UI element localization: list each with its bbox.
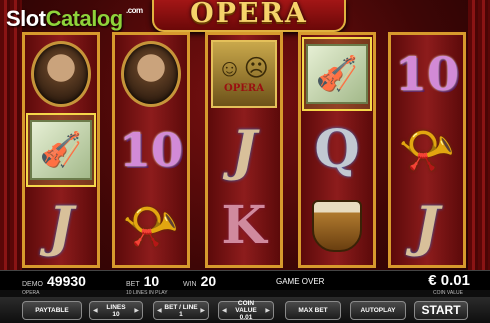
bet-per-line-stepper[interactable]: ◀ BET / LINE 1 ▶ (153, 301, 209, 320)
win-value: 20 (200, 273, 217, 289)
symbol-horn: 📯 (116, 189, 186, 263)
symbol-10: 10 (116, 113, 186, 187)
max-bet-label: MAX BET (298, 307, 328, 314)
letter-j: J (414, 194, 440, 258)
french-horn-icon: 📯 (122, 199, 180, 252)
start-button[interactable]: START (414, 301, 468, 320)
lines-decrease-icon[interactable]: ◀ (93, 307, 98, 314)
lines-increase-icon[interactable]: ▶ (134, 307, 139, 314)
demo-label: DEMO (22, 281, 43, 288)
symbol-violin-winning: 🎻 (26, 113, 96, 187)
lines-stepper[interactable]: ◀ LINES 10 ▶ (89, 301, 143, 320)
bet-display: BET 10 (126, 273, 159, 291)
composer-portrait-icon (121, 41, 181, 107)
letter-10: 10 (118, 123, 183, 177)
french-horn-icon: 📯 (398, 123, 456, 176)
credit-display: DEMO 49930 (22, 273, 86, 291)
letter-k: K (221, 195, 267, 256)
reel-5: 10 📯 J (388, 32, 466, 268)
sub-info-bar: OPERA 10 LINES IN PLAY COIN VALUE (0, 290, 490, 297)
symbol-violin-winning: 🎻 (302, 37, 372, 111)
info-bar: DEMO 49930 BET 10 WIN 20 GAME OVER € 0.01 (0, 270, 490, 291)
theatre-masks-icon: ☺☹ OPERA (211, 40, 277, 108)
letter-j: J (231, 118, 257, 182)
composer-portrait-icon (31, 41, 91, 107)
status-message: GAME OVER (276, 277, 325, 286)
bet-line-value: 1 (179, 310, 183, 318)
violin-icon: 🎻 (306, 44, 368, 104)
symbol-j: J (392, 189, 462, 263)
bet-label: BET (126, 281, 140, 288)
watermark-logo: SlotCatalog .com (6, 6, 143, 32)
coin-value-label: COIN VALUE (235, 300, 257, 314)
autoplay-button[interactable]: AUTOPLAY (350, 301, 406, 320)
watermark-suffix: .com (126, 6, 143, 15)
letter-q: Q (314, 119, 360, 180)
paytable-button[interactable]: PAYTABLE (22, 301, 82, 320)
game-stage: OPERA SlotCatalog .com 🎻 J 10 📯 ☺☹ OPERA… (0, 0, 490, 323)
left-curtain (0, 0, 22, 270)
bet-line-increase-icon[interactable]: ▶ (200, 307, 205, 314)
lines-value: 10 (112, 310, 120, 318)
symbol-j: J (26, 189, 96, 263)
coin-value-stepper[interactable]: ◀ COIN VALUE 0.01 ▶ (218, 300, 274, 321)
start-label: START (421, 303, 461, 317)
control-bar: PAYTABLE ◀ LINES 10 ▶ ◀ BET / LINE 1 ▶ ◀… (0, 297, 490, 323)
symbol-portrait (116, 37, 186, 111)
reel-4: 🎻 Q (298, 32, 376, 268)
bet-line-label: BET / LINE (164, 303, 198, 311)
game-title: OPERA (190, 0, 308, 29)
symbol-q: Q (302, 113, 372, 187)
lines-label: LINES (106, 303, 126, 311)
right-curtain (468, 0, 490, 270)
paytable-label: PAYTABLE (35, 307, 69, 314)
symbol-portrait (26, 37, 96, 111)
game-name-label: OPERA (22, 290, 40, 296)
coin-value-value: 0.01 (239, 314, 253, 321)
masks-word: OPERA (224, 83, 264, 94)
symbol-horn: 📯 (392, 113, 462, 187)
bet-value: 10 (143, 273, 160, 289)
letter-10: 10 (394, 47, 459, 101)
lines-in-play-label: 10 LINES IN PLAY (126, 290, 168, 296)
reel-2: 10 📯 (112, 32, 190, 268)
watermark-catalog: Catalog (45, 6, 124, 31)
coin-value-display: € 0.01 (428, 272, 470, 289)
symbol-drum (302, 189, 372, 263)
win-label: WIN (183, 281, 197, 288)
autoplay-label: AUTOPLAY (360, 307, 396, 314)
coin-value-caption: COIN VALUE (433, 290, 463, 296)
letter-j: J (48, 194, 74, 258)
violin-icon: 🎻 (30, 120, 92, 180)
symbol-masks: ☺☹ OPERA (209, 37, 279, 111)
mask-faces-icon: ☺☹ (217, 55, 271, 82)
demo-value: 49930 (47, 273, 86, 289)
kettle-drum-icon (312, 200, 362, 252)
watermark-slot: Slot (6, 6, 46, 31)
symbol-10: 10 (392, 37, 462, 111)
symbol-j: J (209, 113, 279, 187)
max-bet-button[interactable]: MAX BET (285, 301, 341, 320)
bet-line-decrease-icon[interactable]: ◀ (157, 307, 162, 314)
symbol-k: K (209, 189, 279, 263)
title-banner: OPERA (152, 0, 346, 32)
reel-3: ☺☹ OPERA J K (205, 32, 283, 268)
win-display: WIN 20 (183, 273, 216, 291)
coin-increase-icon[interactable]: ▶ (265, 307, 270, 314)
reel-1: 🎻 J (22, 32, 100, 268)
